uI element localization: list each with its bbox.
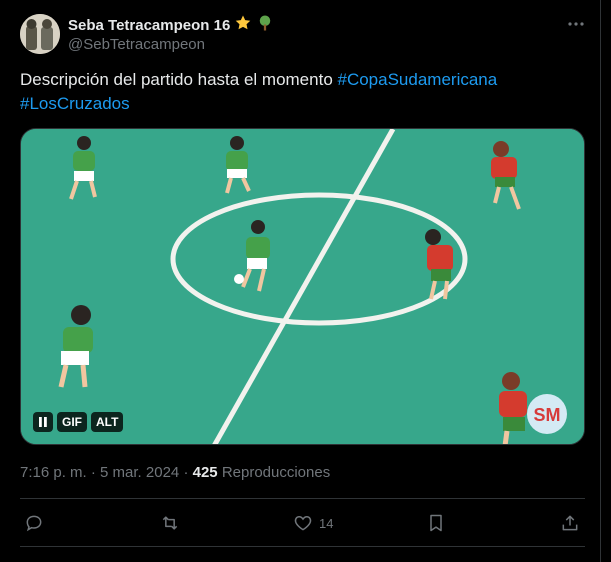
like-count: 14	[319, 515, 334, 531]
pause-button[interactable]	[33, 412, 53, 432]
alt-button[interactable]: ALT	[91, 412, 124, 432]
divider	[20, 498, 585, 499]
tweet-date[interactable]: 5 mar. 2024	[100, 464, 179, 481]
heart-icon	[294, 515, 312, 531]
action-bar: 14	[20, 508, 585, 538]
views-label: Reproducciones	[221, 464, 331, 481]
pitch-illustration: SM	[21, 129, 584, 444]
tweet-meta: 7:16 p. m. · 5 mar. 2024 · 425 Reproducc…	[20, 464, 330, 481]
author-handle[interactable]: @SebTetracampeon	[68, 36, 205, 53]
divider	[20, 546, 585, 547]
more-options-icon[interactable]	[566, 14, 586, 34]
meta-separator: ·	[90, 464, 96, 481]
tweet-body: Descripción del partido hasta el momento	[20, 70, 338, 89]
gif-badge: GIF	[57, 412, 87, 432]
tree-icon	[256, 14, 274, 37]
tweet-text: Descripción del partido hasta el momento…	[20, 68, 580, 116]
views-count: 425	[192, 464, 218, 481]
tweet-card: Seba Tetracampeon 16 @SebTetracampeon De…	[0, 0, 601, 562]
share-icon	[562, 515, 578, 531]
pause-icon	[39, 417, 47, 427]
like-button[interactable]: 14	[293, 508, 333, 538]
watermark-logo: SM	[527, 394, 567, 434]
author-name-row: Seba Tetracampeon 16	[68, 14, 274, 37]
hashtag-copasudamericana[interactable]: #CopaSudamericana	[338, 70, 498, 89]
share-button[interactable]	[560, 508, 580, 538]
media-gif[interactable]: SM GIF ALT	[20, 128, 585, 445]
reply-icon	[26, 515, 42, 532]
reply-button[interactable]	[24, 508, 44, 538]
hashtag-loscruzados[interactable]: #LosCruzados	[20, 94, 130, 113]
retweet-icon	[162, 516, 178, 530]
retweet-button[interactable]	[160, 508, 180, 538]
bookmark-button[interactable]	[426, 508, 446, 538]
svg-text:SM: SM	[534, 405, 561, 425]
media-controls: GIF ALT	[33, 412, 124, 432]
star-icon	[234, 14, 252, 37]
tweet-time[interactable]: 7:16 p. m.	[20, 464, 87, 481]
display-name[interactable]: Seba Tetracampeon 16	[68, 17, 230, 34]
meta-separator: ·	[183, 464, 189, 481]
bookmark-icon	[430, 514, 442, 532]
avatar[interactable]	[20, 14, 60, 54]
